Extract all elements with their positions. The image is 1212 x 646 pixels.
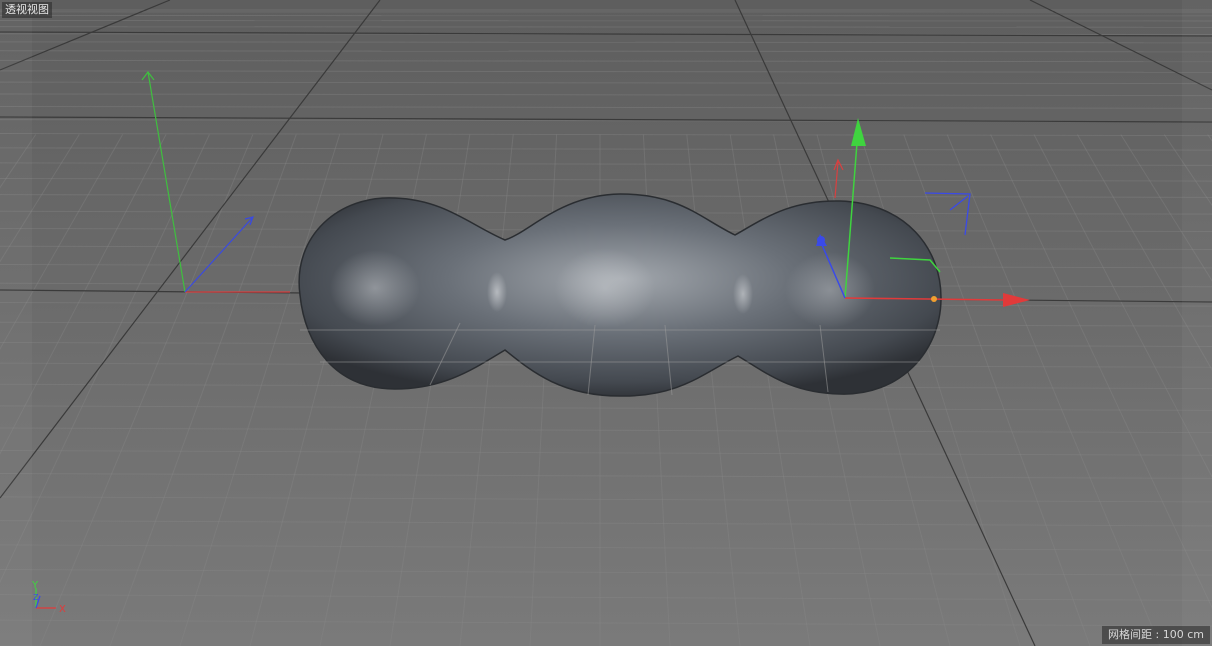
viewport-edge-right [1182,0,1212,646]
perspective-viewport[interactable]: Y X Z 透视视图 网格间距 : 100 cm [0,0,1212,646]
axis-indicator-x-label: X [59,604,66,615]
viewport-edge-left [0,0,32,646]
axis-indicator-z-label: Z [33,593,39,602]
viewport-scene[interactable]: Y X Z [0,0,1212,646]
grid-spacing-readout: 网格间距 : 100 cm [1102,626,1210,644]
gizmo-handle-point[interactable] [931,296,937,302]
view-name-label[interactable]: 透视视图 [2,2,52,18]
axis-indicator-y-label: Y [31,580,39,591]
